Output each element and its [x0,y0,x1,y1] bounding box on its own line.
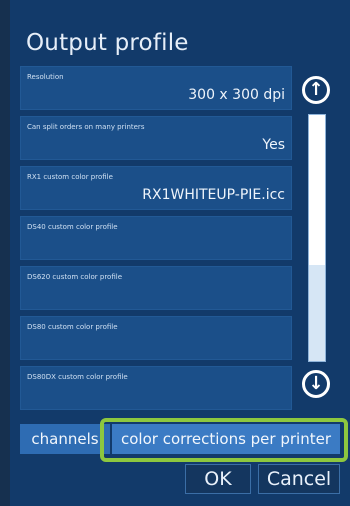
setting-label: DS80 custom color profile [27,323,118,331]
scroll-controls: ↑ ↓ [294,66,340,406]
setting-row-ds40-profile[interactable]: DS40 custom color profile [20,216,292,260]
setting-row-resolution[interactable]: Resolution 300 x 300 dpi [20,66,292,110]
setting-row-split-orders[interactable]: Can split orders on many printers Yes [20,116,292,160]
setting-value: 300 x 300 dpi [188,87,285,103]
scrollbar-thumb[interactable] [309,115,325,265]
arrow-down-circle-icon[interactable]: ↓ [302,370,330,398]
highlight-frame [100,418,348,462]
cancel-button[interactable]: Cancel [258,464,340,494]
setting-row-rx1-profile[interactable]: RX1 custom color profile RX1WHITEUP-PIE.… [20,166,292,210]
setting-label: DS40 custom color profile [27,223,118,231]
dialog-title: Output profile [26,30,189,56]
setting-label: Resolution [27,73,64,81]
setting-label: RX1 custom color profile [27,173,113,181]
setting-label: Can split orders on many printers [27,123,145,131]
setting-value: Yes [262,137,285,153]
scrollbar-track[interactable] [308,114,326,362]
setting-value: RX1WHITEUP-PIE.icc [142,187,285,203]
setting-row-ds620-profile[interactable]: DS620 custom color profile [20,266,292,310]
left-edge [0,0,10,506]
setting-row-ds80dx-profile[interactable]: DS80DX custom color profile [20,366,292,410]
setting-label: DS80DX custom color profile [27,373,128,381]
tab-channels[interactable]: channels [20,424,110,454]
arrow-up-circle-icon[interactable]: ↑ [302,76,330,104]
setting-label: DS620 custom color profile [27,273,122,281]
setting-row-ds80-profile[interactable]: DS80 custom color profile [20,316,292,360]
settings-list: Resolution 300 x 300 dpi Can split order… [20,66,292,416]
ok-button[interactable]: OK [185,464,251,494]
